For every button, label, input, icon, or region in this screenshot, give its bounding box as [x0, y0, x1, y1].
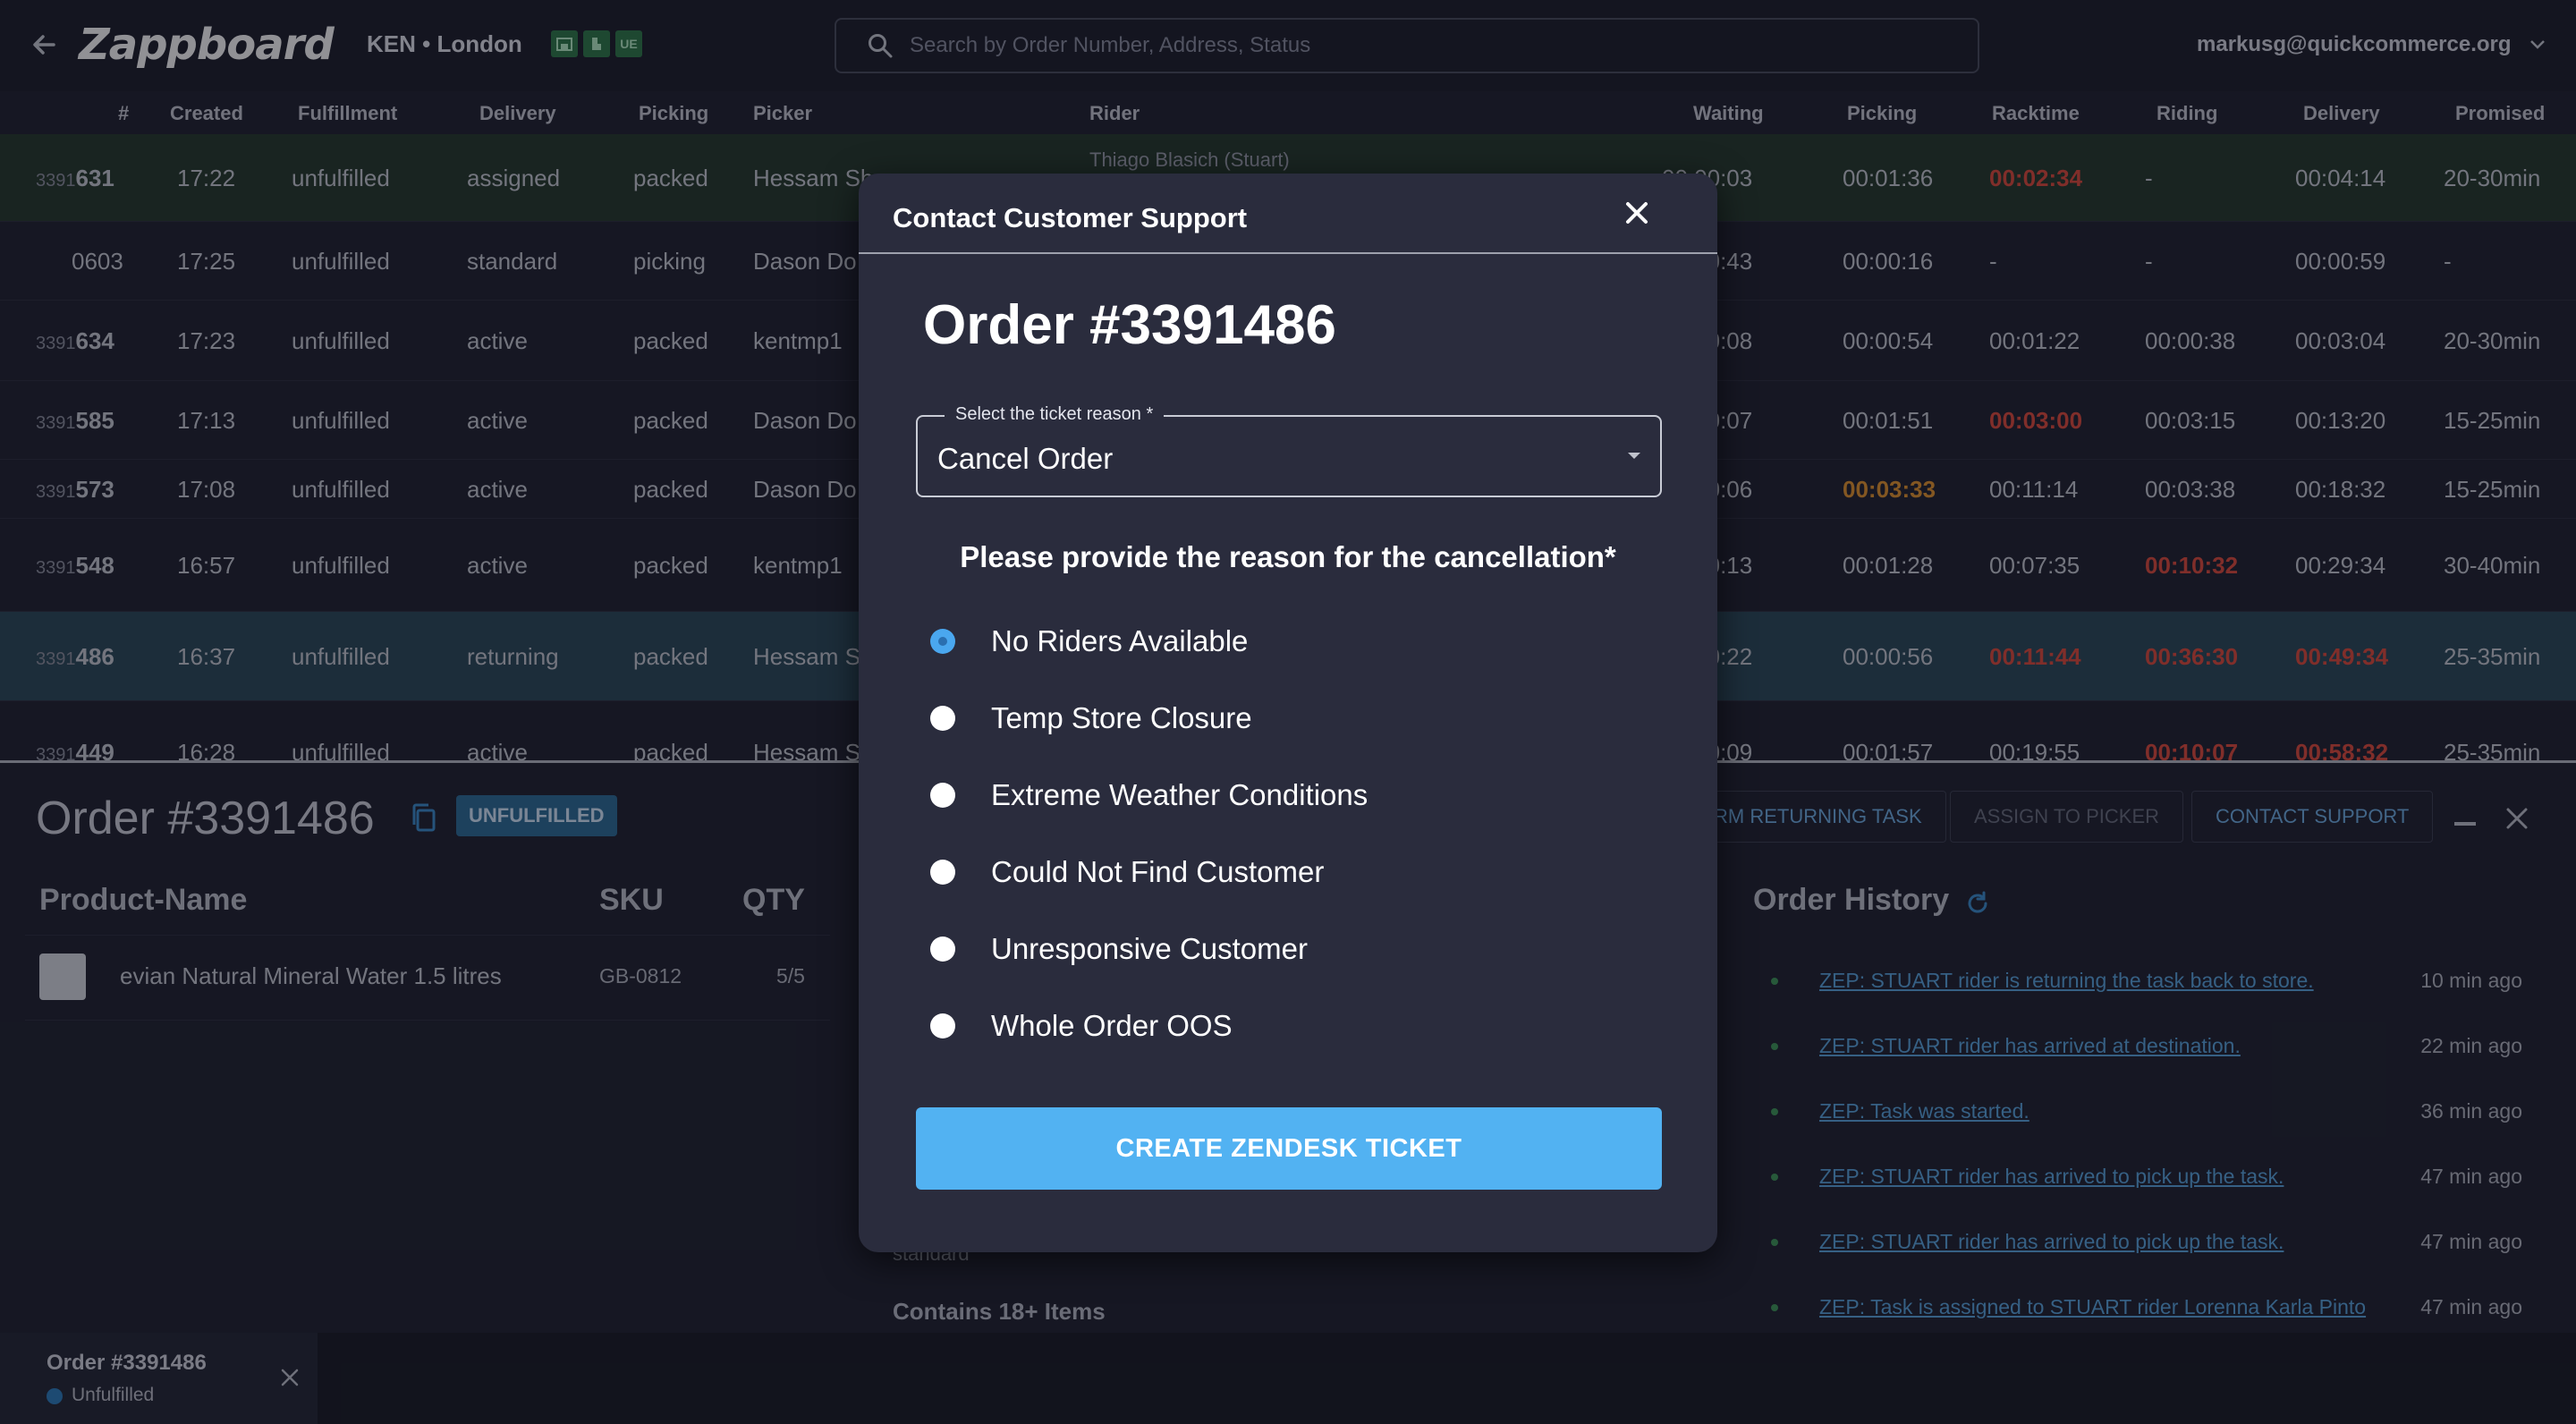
modal-title: Contact Customer Support [893, 202, 1248, 233]
dropdown-caret-icon [1628, 453, 1640, 459]
modal-order-number: Order #3391486 [923, 294, 1336, 356]
reason-option[interactable]: Could Not Find Customer [930, 854, 1324, 890]
radio-unchecked-icon[interactable] [930, 860, 955, 885]
radio-unchecked-icon[interactable] [930, 783, 955, 808]
cancellation-reason-question: Please provide the reason for the cancel… [960, 540, 1616, 573]
create-zendesk-ticket-button[interactable]: CREATE ZENDESK TICKET [916, 1107, 1662, 1190]
ticket-reason-label: Select the ticket reason * [945, 404, 1165, 425]
radio-unchecked-icon[interactable] [930, 937, 955, 962]
modal-divider [859, 252, 1717, 254]
radio-checked-icon[interactable] [930, 629, 955, 654]
reason-option-label: No Riders Available [991, 624, 1249, 657]
radio-unchecked-icon[interactable] [930, 706, 955, 731]
reason-option[interactable]: No Riders Available [930, 623, 1248, 659]
ticket-reason-value: Cancel Order [937, 442, 1114, 475]
ticket-reason-select[interactable]: Select the ticket reason * Cancel Order [916, 404, 1662, 497]
reason-option-label: Could Not Find Customer [991, 855, 1325, 888]
contact-support-modal: Contact Customer Support Order #3391486 … [859, 174, 1717, 1252]
reason-option-label: Unresponsive Customer [991, 932, 1308, 965]
reason-option-label: Whole Order OOS [991, 1009, 1233, 1042]
close-icon[interactable] [1617, 193, 1657, 233]
reason-option-label: Temp Store Closure [991, 701, 1252, 734]
radio-unchecked-icon[interactable] [930, 1013, 955, 1038]
reason-option[interactable]: Extreme Weather Conditions [930, 777, 1368, 813]
reason-option-label: Extreme Weather Conditions [991, 778, 1368, 811]
reason-option[interactable]: Temp Store Closure [930, 700, 1252, 736]
reason-option[interactable]: Unresponsive Customer [930, 931, 1308, 967]
reason-option[interactable]: Whole Order OOS [930, 1008, 1233, 1044]
